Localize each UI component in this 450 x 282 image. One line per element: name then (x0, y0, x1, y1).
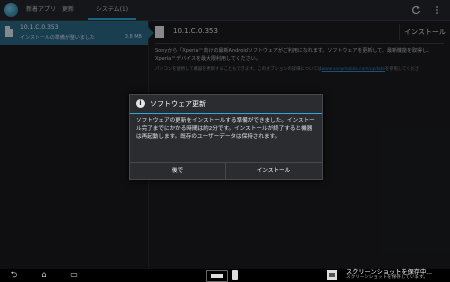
recent-apps-icon[interactable]: ▭ (68, 270, 80, 280)
dialog-message: ソフトウェアの更新をインストールする準備ができました。インストール完了までにかか… (136, 118, 315, 140)
phone-icon[interactable] (232, 270, 238, 280)
later-button[interactable]: 後で (130, 163, 226, 179)
install-button[interactable]: インストール (226, 163, 321, 179)
dialog-buttons: 後で インストール (130, 162, 322, 179)
app-window: 新着アプリ 更新 システム(1) 10.1.C.0.353 インストールの準備が… (0, 0, 450, 282)
notification-subtitle: スクリーンショットを保存しています。 (346, 275, 428, 280)
dialog-title: ソフトウェア更新 (150, 100, 206, 108)
software-update-dialog: i ソフトウェア更新 ソフトウェアの更新をインストールする準備ができました。イン… (129, 94, 323, 180)
dialog-header: i ソフトウェア更新 (130, 95, 322, 114)
small-apps-icon[interactable] (206, 270, 228, 282)
info-icon: i (136, 99, 145, 108)
screenshot-icon (327, 270, 337, 280)
back-icon[interactable]: ⮌ (8, 270, 20, 280)
home-icon[interactable]: ⌂ (38, 270, 50, 280)
system-bar: ⮌ ⌂ ▭ スクリーンショットを保存中... スクリーンショットを保存しています… (0, 269, 450, 282)
small-apps-bar (211, 274, 223, 278)
